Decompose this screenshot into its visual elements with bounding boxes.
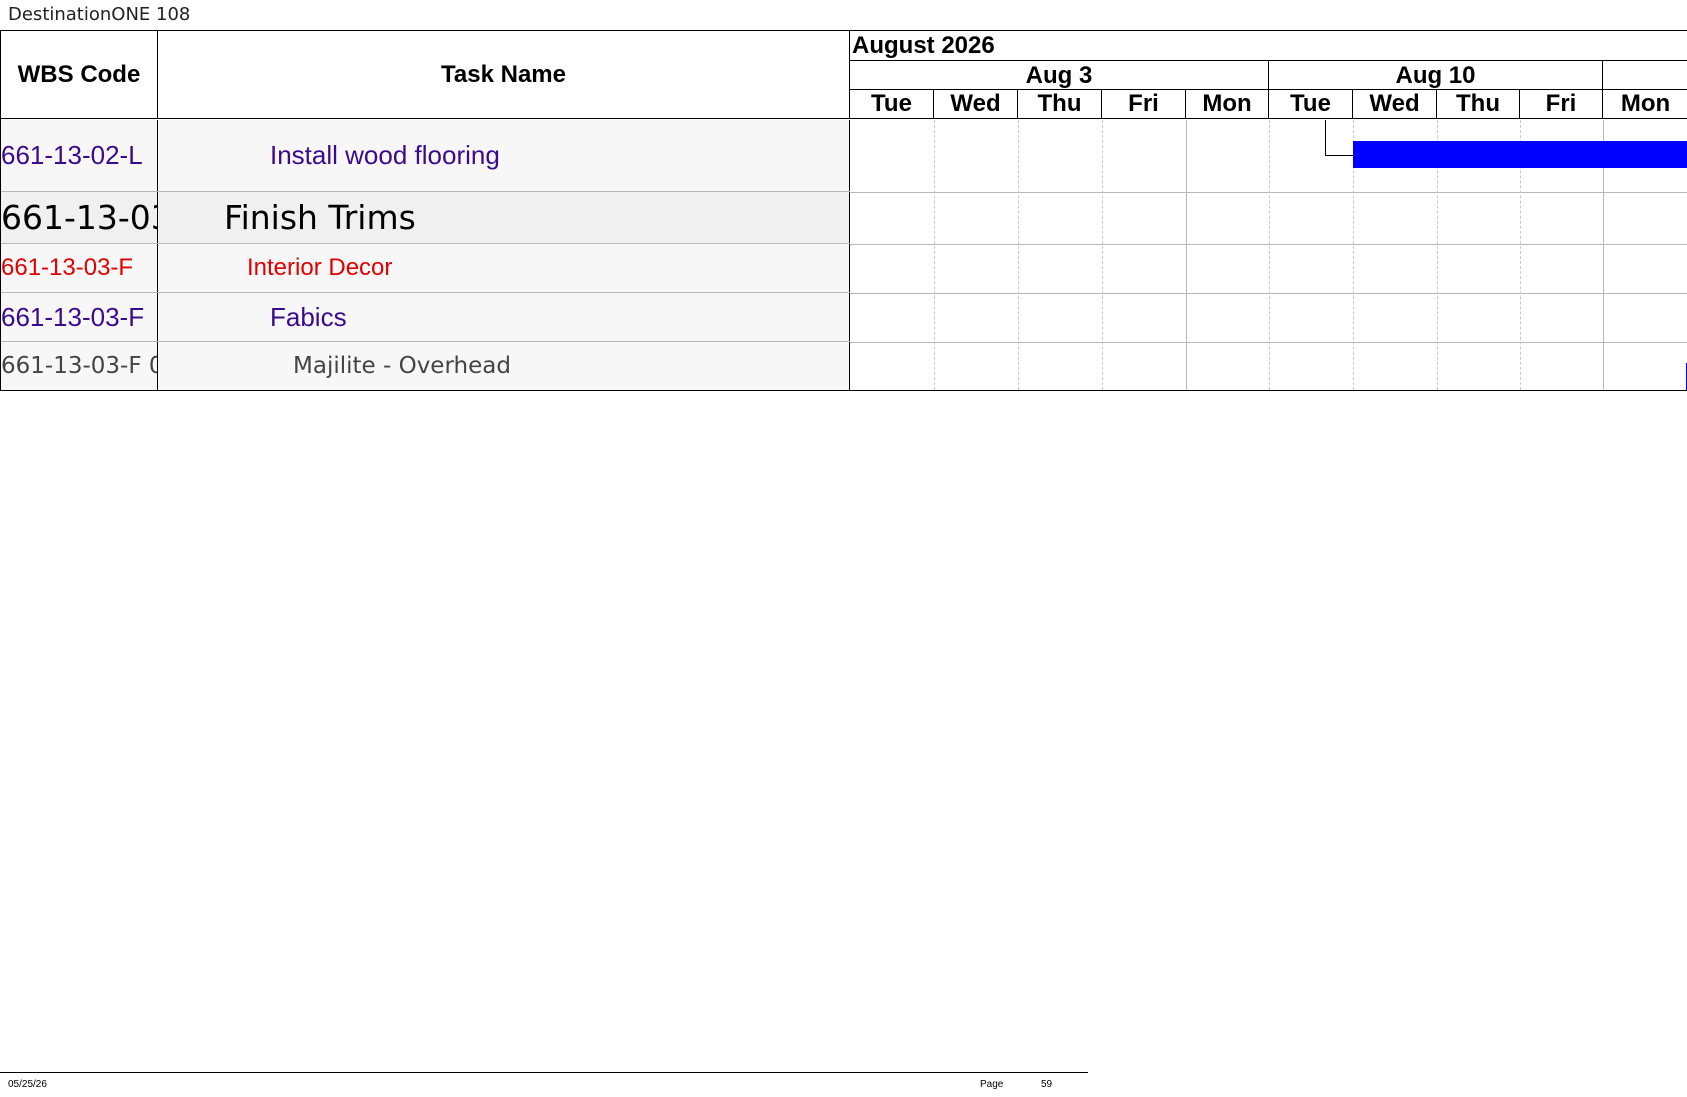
task-name-header[interactable]: Task Name: [158, 31, 850, 119]
timescale-day: Mon: [1603, 90, 1687, 119]
table-row[interactable]: 661-13-03 Finish Trims: [1, 192, 850, 244]
timescale-week: Aug 3: [850, 61, 1269, 90]
dependency-connector: [1325, 120, 1354, 156]
table-row[interactable]: 661-13-03-F Fabics: [1, 293, 850, 342]
task-name-cell[interactable]: Fabics: [158, 293, 850, 341]
timescale-day: Thu: [1018, 90, 1102, 119]
wbs-cell: 661-13-03: [1, 192, 158, 243]
wbs-cell: 661-13-03-F 0: [1, 342, 158, 390]
footer-page-number: 59: [1041, 1079, 1053, 1090]
timescale-day: Fri: [1102, 90, 1186, 119]
wbs-code-header[interactable]: WBS Code: [1, 31, 158, 119]
table-row[interactable]: 661-13-03-F Interior Decor: [1, 244, 850, 293]
footer-page-label: Page: [980, 1079, 1004, 1090]
task-name-cell[interactable]: Interior Decor: [158, 244, 850, 292]
wbs-cell: 661-13-03-F: [1, 293, 158, 341]
table-row[interactable]: 661-13-03-F 0 Majilite - Overhead: [1, 342, 850, 390]
timescale-week: Aug 10: [1269, 61, 1603, 90]
week-gridline: [1186, 120, 1187, 390]
day-gridline: [1018, 120, 1019, 390]
wbs-cell: 661-13-02-L: [1, 120, 158, 191]
timescale-month: August 2026: [850, 31, 1687, 61]
gantt-chart-area[interactable]: [850, 120, 1687, 390]
table-row[interactable]: 661-13-02-L Install wood flooring: [1, 120, 850, 192]
timescale-day: Mon: [1186, 90, 1269, 119]
footer-divider: [0, 1072, 1088, 1073]
timescale-day: Wed: [1353, 90, 1437, 119]
timescale-day: Tue: [1269, 90, 1353, 119]
day-gridline: [934, 120, 935, 390]
footer-date: 05/25/26: [8, 1079, 47, 1090]
day-gridline: [1269, 120, 1270, 390]
task-bar[interactable]: [1353, 141, 1687, 168]
timescale-day: Thu: [1437, 90, 1520, 119]
gantt-table: WBS Code Task Name August 2026 Aug 3 Aug…: [0, 30, 1687, 391]
timescale-day: Tue: [850, 90, 934, 119]
task-name-cell[interactable]: Majilite - Overhead: [158, 342, 850, 390]
timescale-week: [1603, 61, 1687, 90]
day-gridline: [1102, 120, 1103, 390]
timescale-day: Fri: [1520, 90, 1603, 119]
wbs-cell: 661-13-03-F: [1, 244, 158, 292]
project-title: DestinationONE 108: [8, 4, 191, 25]
task-name-cell[interactable]: Install wood flooring: [158, 120, 850, 191]
timescale-day: Wed: [934, 90, 1018, 119]
task-name-cell[interactable]: Finish Trims: [158, 192, 850, 243]
